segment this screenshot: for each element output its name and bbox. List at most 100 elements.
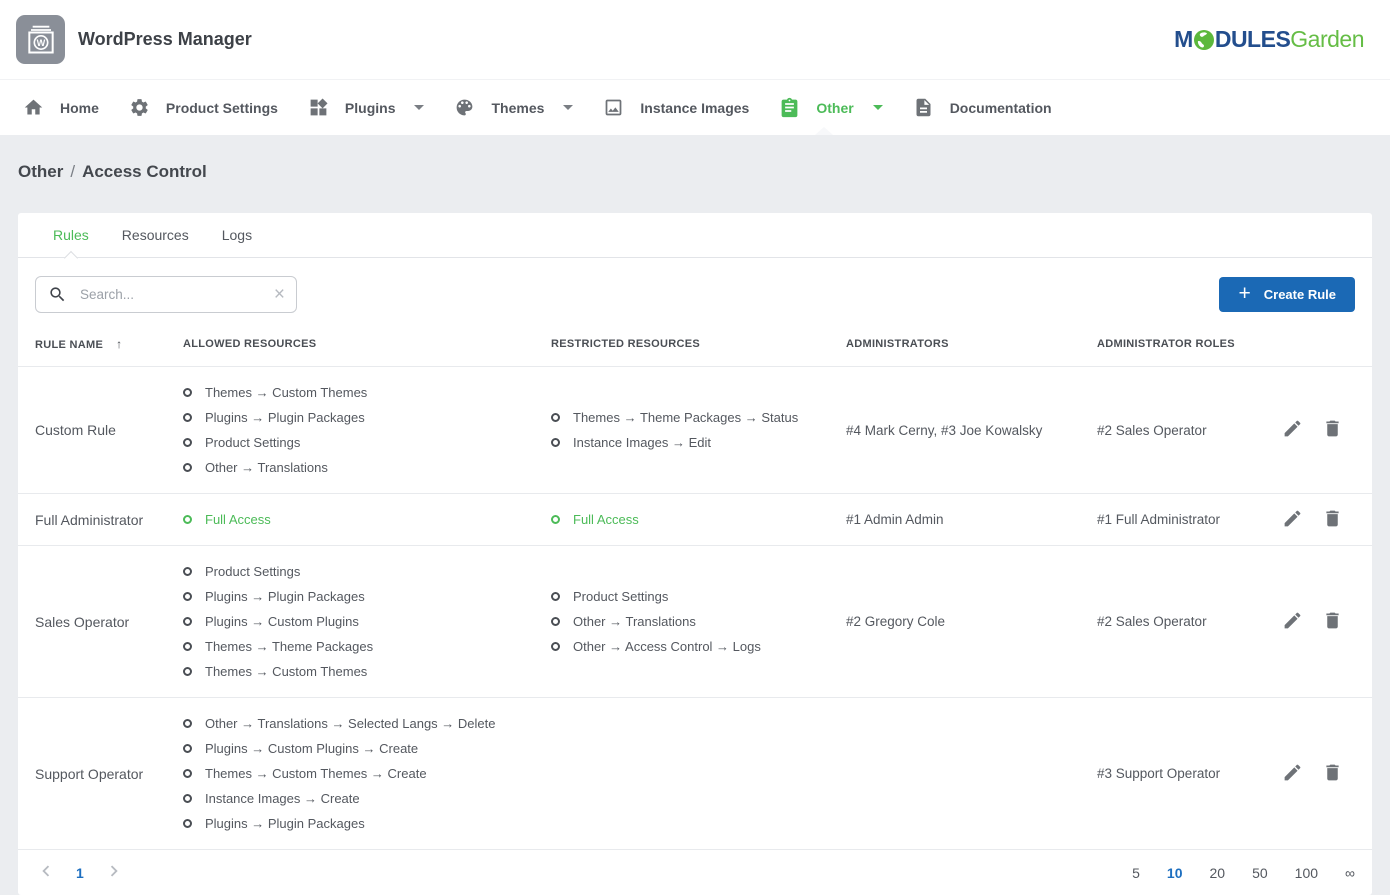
- tab-bar: Rules Resources Logs: [18, 213, 1372, 258]
- resource-label: Themes → Custom Themes: [205, 385, 367, 400]
- resource-label: Plugins → Plugin Packages: [205, 589, 365, 604]
- nav-item-label: Product Settings: [166, 100, 278, 116]
- rule-name-cell: Support Operator: [35, 766, 183, 782]
- circle-icon: [183, 438, 192, 447]
- nav-item-themes[interactable]: Themes: [439, 80, 588, 135]
- allowed-resources-cell: Full Access: [183, 507, 551, 532]
- column-header-restricted-resources[interactable]: RESTRICTED RESOURCES: [551, 338, 846, 350]
- nav-item-label: Instance Images: [640, 100, 749, 116]
- top-header: W WordPress Manager M DULES Garden: [0, 0, 1390, 80]
- edit-rule-button[interactable]: [1282, 762, 1303, 786]
- resource-label: Product Settings: [205, 564, 300, 579]
- column-header-allowed-resources[interactable]: ALLOWED RESOURCES: [183, 338, 551, 350]
- circle-icon: [183, 719, 192, 728]
- page-size-100[interactable]: 100: [1295, 865, 1318, 881]
- administrators-cell: #4 Mark Cerny, #3 Joe Kowalsky: [846, 423, 1097, 438]
- resource-item: Themes → Theme Packages: [183, 634, 551, 659]
- resource-item: Themes → Custom Themes: [183, 380, 551, 405]
- chevron-right-icon: [103, 860, 125, 885]
- tab-resources[interactable]: Resources: [122, 213, 189, 257]
- allowed-resources-cell: Themes → Custom Themes Plugins → Plugin P…: [183, 380, 551, 480]
- delete-rule-button[interactable]: [1322, 762, 1343, 786]
- search-input[interactable]: [36, 277, 296, 312]
- tab-label: Resources: [122, 227, 189, 243]
- clipboard-icon: [779, 97, 800, 118]
- nav-item-product-settings[interactable]: Product Settings: [114, 80, 293, 135]
- tab-rules[interactable]: Rules: [53, 213, 89, 257]
- table-row: Custom RuleThemes → Custom ThemesPlugins…: [18, 367, 1372, 494]
- resource-item: Product Settings: [551, 584, 846, 609]
- circle-icon: [551, 515, 560, 524]
- page-size-∞[interactable]: ∞: [1345, 865, 1355, 881]
- resource-label: Plugins → Custom Plugins → Create: [205, 741, 418, 756]
- resource-item: Other → Translations → Selected Langs → …: [183, 711, 551, 736]
- delete-rule-button[interactable]: [1322, 610, 1343, 634]
- current-page-number[interactable]: 1: [76, 865, 84, 881]
- active-nav-notch: [815, 127, 833, 135]
- next-page-button[interactable]: [103, 860, 125, 885]
- tab-logs[interactable]: Logs: [222, 213, 252, 257]
- nav-item-plugins[interactable]: Plugins: [293, 80, 440, 135]
- tab-label: Rules: [53, 227, 89, 243]
- gear-icon: [129, 97, 150, 118]
- edit-rule-button[interactable]: [1282, 610, 1303, 634]
- home-icon: [23, 97, 44, 118]
- pencil-icon: [1282, 508, 1303, 532]
- tab-label: Logs: [222, 227, 252, 243]
- breadcrumb-section[interactable]: Other: [18, 162, 63, 181]
- resource-item: Plugins → Custom Plugins → Create: [183, 736, 551, 761]
- resource-label: Themes → Theme Packages: [205, 639, 373, 654]
- nav-item-label: Other: [816, 100, 853, 116]
- plus-icon: +: [1238, 283, 1250, 304]
- previous-page-button[interactable]: [35, 860, 57, 885]
- create-rule-button[interactable]: + Create Rule: [1219, 277, 1355, 312]
- row-actions: [1249, 610, 1355, 634]
- column-header-administrators[interactable]: ADMINISTRATORS: [846, 338, 1097, 350]
- circle-icon: [183, 744, 192, 753]
- nav-item-documentation[interactable]: Documentation: [898, 80, 1067, 135]
- column-header-administrator-roles[interactable]: ADMINISTRATOR ROLES: [1097, 338, 1249, 350]
- trash-icon: [1322, 762, 1343, 786]
- nav-item-home[interactable]: Home: [8, 80, 114, 135]
- chevron-down-icon: [563, 105, 573, 110]
- resource-label: Other → Translations → Selected Langs → …: [205, 716, 495, 731]
- page-size-10[interactable]: 10: [1167, 865, 1183, 881]
- clear-search-icon[interactable]: ×: [274, 285, 285, 304]
- breadcrumb: Other/Access Control: [18, 162, 1372, 182]
- resource-item: Themes → Theme Packages → Status: [551, 405, 846, 430]
- page-size-50[interactable]: 50: [1252, 865, 1268, 881]
- row-actions: [1249, 762, 1355, 786]
- resource-item: Plugins → Plugin Packages: [183, 405, 551, 430]
- circle-icon: [551, 642, 560, 651]
- page-size-20[interactable]: 20: [1210, 865, 1226, 881]
- delete-rule-button[interactable]: [1322, 508, 1343, 532]
- document-icon: [913, 97, 934, 118]
- access-control-card: Rules Resources Logs × + Create Rule RULE …: [18, 213, 1372, 895]
- administrator-roles-cell: #1 Full Administrator: [1097, 512, 1249, 527]
- logo-text-m: M: [1174, 26, 1193, 53]
- circle-icon: [183, 617, 192, 626]
- delete-rule-button[interactable]: [1322, 418, 1343, 442]
- circle-icon: [183, 592, 192, 601]
- edit-rule-button[interactable]: [1282, 418, 1303, 442]
- table-row: Support Operator Other → Translations → S…: [18, 698, 1372, 850]
- resource-item: Themes → Custom Themes → Create: [183, 761, 551, 786]
- resource-label: Product Settings: [573, 589, 668, 604]
- trash-icon: [1322, 508, 1343, 532]
- resource-item: Other → Translations: [183, 455, 551, 480]
- nav-item-instance-images[interactable]: Instance Images: [588, 80, 764, 135]
- logo-text-dules: DULES: [1215, 26, 1290, 53]
- resource-label: Other → Access Control → Logs: [573, 639, 761, 654]
- row-actions: [1249, 418, 1355, 442]
- nav-item-other[interactable]: Other: [764, 80, 897, 135]
- restricted-resources-cell: Themes → Theme Packages → StatusInstance…: [551, 405, 846, 455]
- sort-ascending-icon: ↑: [116, 337, 122, 351]
- restricted-resources-cell: Full Access: [551, 507, 846, 532]
- column-header-rule-name[interactable]: RULE NAME↑: [35, 337, 183, 351]
- circle-icon: [551, 413, 560, 422]
- page-size-5[interactable]: 5: [1132, 865, 1140, 881]
- edit-rule-button[interactable]: [1282, 508, 1303, 532]
- circle-icon: [183, 769, 192, 778]
- restricted-resources-cell: Product SettingsOther → TranslationsOthe…: [551, 584, 846, 659]
- resource-label: Instance Images → Create: [205, 791, 360, 806]
